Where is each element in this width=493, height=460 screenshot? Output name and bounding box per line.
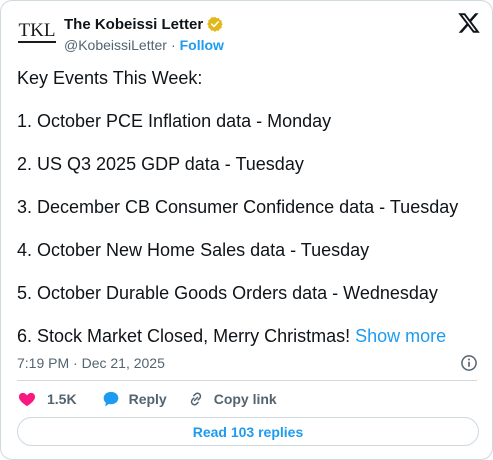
separator-dot: · <box>170 37 176 53</box>
tweet-line: 2. US Q3 2025 GDP data - Tuesday <box>17 154 304 174</box>
verified-badge-icon <box>207 16 224 32</box>
tweet-line: 4. October New Home Sales data - Tuesday <box>17 240 370 260</box>
timestamp[interactable]: 7:19 PM · Dec 21, 2025 <box>17 354 165 372</box>
avatar-logo-text: TKL <box>17 19 57 43</box>
tweet-line: 6. Stock Market Closed, Merry Christmas! <box>17 326 351 346</box>
show-more-link[interactable]: Show more <box>355 326 446 346</box>
link-icon <box>190 392 201 406</box>
like-button[interactable]: 1.5K <box>17 388 77 410</box>
like-count: 1.5K <box>47 391 77 407</box>
divider <box>17 380 477 381</box>
author-name[interactable]: The Kobeissi Letter <box>64 16 203 33</box>
copy-link-label: Copy link <box>213 391 277 407</box>
tweet-last-line: 6. Stock Market Closed, Merry Christmas!… <box>17 324 446 348</box>
copy-link-button[interactable]: Copy link <box>186 388 277 410</box>
reply-label: Reply <box>128 391 167 407</box>
tweet-card: TKL The Kobeissi Letter @KobeissiLetter … <box>0 0 493 460</box>
author-handle[interactable]: @KobeissiLetter <box>64 37 167 53</box>
action-bar: 1.5K Reply Copy link <box>17 388 277 410</box>
author-name-row: The Kobeissi Letter <box>64 14 224 34</box>
heart-icon <box>18 392 36 407</box>
tweet-line: Key Events This Week: <box>17 68 203 88</box>
tweet-line: 1. October PCE Inflation data - Monday <box>17 111 332 131</box>
reply-bubble-icon <box>103 391 118 407</box>
follow-button[interactable]: Follow <box>180 37 224 53</box>
author-handle-row: @KobeissiLetter · Follow <box>64 36 224 54</box>
info-icon[interactable] <box>459 353 479 373</box>
x-logo-icon[interactable] <box>457 11 481 35</box>
reply-button[interactable]: Reply <box>101 388 167 410</box>
tweet-line: 5. October Durable Goods Orders data - W… <box>17 283 438 303</box>
tweet-line: 3. December CB Consumer Confidence data … <box>17 197 459 217</box>
avatar[interactable]: TKL <box>17 17 57 47</box>
read-replies-button[interactable]: Read 103 replies <box>17 417 479 446</box>
